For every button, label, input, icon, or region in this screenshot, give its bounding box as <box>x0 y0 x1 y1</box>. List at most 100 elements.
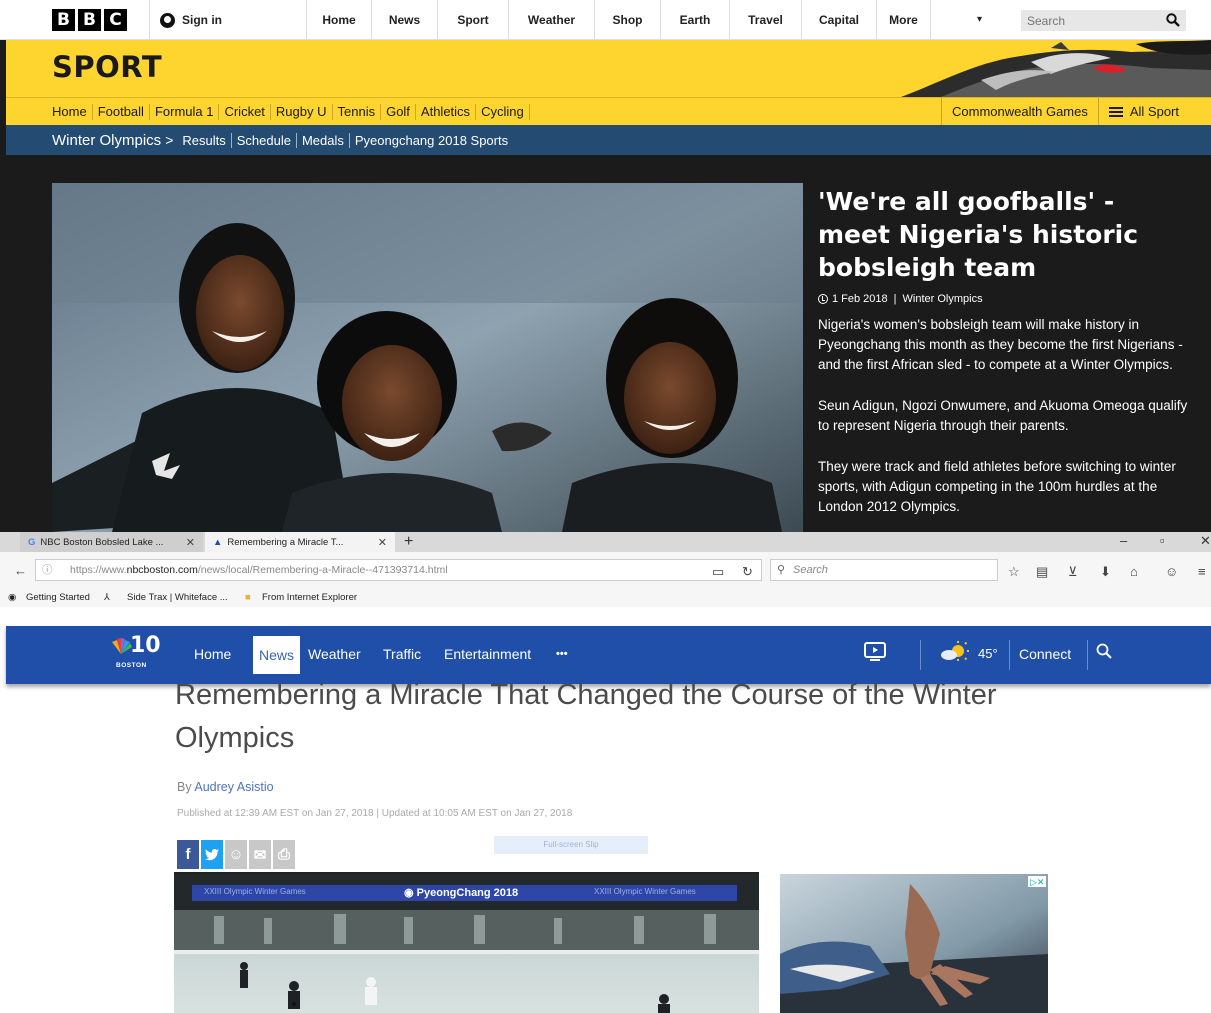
sport-nav-football[interactable]: Football <box>93 103 150 120</box>
adchoices-icon[interactable]: ▷✕ <box>1030 877 1044 887</box>
winter-olympics-bar: Winter Olympics > Results Schedule Medal… <box>6 125 1211 155</box>
bookmark-star-icon[interactable]: ☆ <box>1008 564 1020 580</box>
nbc-nav-news[interactable]: News <box>253 636 301 674</box>
search-icon[interactable] <box>1096 643 1112 659</box>
video-banner-center-text: PyeongChang 2018 <box>416 887 519 899</box>
pyeongchang-sports-link[interactable]: Pyeongchang 2018 Sports <box>350 133 513 148</box>
sport-sub-nav: Home Football Formula 1 Cricket Rugby U … <box>6 97 1211 125</box>
bookmark-from-ie[interactable]: From Internet Explorer <box>262 592 357 603</box>
sport-nav-athletics[interactable]: Athletics <box>416 103 477 120</box>
sport-nav-golf[interactable]: Golf <box>381 103 416 120</box>
all-sport-label: All Sport <box>1129 104 1179 119</box>
close-tab-icon[interactable]: ✕ <box>378 536 387 549</box>
video-banner-left: XXIII Olympic Winter Games <box>204 887 306 896</box>
email-share-icon[interactable]: ✉ <box>249 840 271 869</box>
tab-nbc-bobsled[interactable]: G NBC Boston Bobsled Lake ... ✕ <box>20 532 203 552</box>
nbc-nav-entertainment[interactable]: Entertainment <box>444 646 531 662</box>
peacock-icon <box>112 638 132 654</box>
nbc-logo-city: BOSTON <box>116 662 147 669</box>
menu-icon[interactable]: ≡ <box>1198 564 1206 579</box>
bbc-logo[interactable]: B B C <box>52 9 127 31</box>
nav-more[interactable]: More <box>876 0 931 40</box>
search-icon[interactable] <box>1166 13 1180 27</box>
more-menu-icon[interactable]: ••• <box>556 648 568 660</box>
fullscreen-slip[interactable]: Full-screen Slip <box>494 836 648 854</box>
address-bar[interactable]: ⓘ https://www.nbcboston.com/news/local/R… <box>35 559 762 581</box>
nbc-nav-traffic[interactable]: Traffic <box>383 646 421 662</box>
nav-home[interactable]: Home <box>306 0 371 40</box>
sport-nav-formula1[interactable]: Formula 1 <box>150 103 220 120</box>
author-link[interactable]: Audrey Asistio <box>194 780 273 794</box>
restore-icon[interactable]: ▫ <box>1160 533 1165 548</box>
reload-icon[interactable]: ↻ <box>742 564 753 580</box>
comment-icon[interactable]: ☺ <box>225 840 247 869</box>
url-prefix: https://www. <box>70 564 127 576</box>
sport-title[interactable]: SPORT <box>52 50 162 84</box>
temperature[interactable]: 45° <box>978 646 998 661</box>
nbc-nav-home[interactable]: Home <box>194 646 231 662</box>
sport-nav-cycling[interactable]: Cycling <box>476 103 530 120</box>
nav-travel[interactable]: Travel <box>729 0 801 40</box>
close-window-icon[interactable]: ✕ <box>1200 533 1211 549</box>
signin-label: Sign in <box>182 13 222 27</box>
medals-link[interactable]: Medals <box>297 132 350 148</box>
bbc-search <box>1021 10 1186 31</box>
back-icon[interactable]: ← <box>14 563 27 578</box>
article-paragraph: They were track and field athletes befor… <box>818 459 1176 514</box>
bookmark-getting-started[interactable]: Getting Started <box>26 592 90 603</box>
bbc-logo-letter: B <box>78 9 101 31</box>
bobsleigh-team-photo[interactable] <box>52 183 803 532</box>
nav-shop[interactable]: Shop <box>594 0 660 40</box>
video-player[interactable]: XXIII Olympic Winter Games ◉ PyeongChang… <box>174 872 759 1013</box>
nav-news[interactable]: News <box>371 0 437 40</box>
url-domain: nbcboston.com <box>126 564 198 576</box>
extension-icon[interactable]: ☺ <box>1165 564 1178 579</box>
search-placeholder: Search <box>793 564 828 576</box>
download-icon[interactable]: ⬇ <box>1100 564 1111 580</box>
tv-play-icon[interactable] <box>864 642 886 662</box>
sport-banner: SPORT <box>6 40 1211 97</box>
site-info-icon[interactable]: ⓘ <box>42 560 53 580</box>
nbc-logo-number: 10 <box>130 633 161 658</box>
sport-nav-cricket[interactable]: Cricket <box>219 103 271 120</box>
partly-sunny-icon <box>941 641 969 661</box>
nav-capital[interactable]: Capital <box>801 0 876 40</box>
tab-remembering-miracle[interactable]: ▲ Remembering a Miracle T... ✕ <box>205 532 395 552</box>
pocket-icon[interactable]: ⊻ <box>1068 564 1078 580</box>
twitter-share-icon[interactable] <box>201 840 223 869</box>
connect-link[interactable]: Connect <box>1019 646 1071 662</box>
library-icon[interactable]: ▤ <box>1036 564 1048 580</box>
schedule-link[interactable]: Schedule <box>232 132 297 148</box>
bookmark-side-trax[interactable]: Side Trax | Whiteface ... <box>127 592 228 603</box>
minimize-icon[interactable]: – <box>1120 533 1127 548</box>
browser-search-box[interactable]: ⚲ Search <box>770 559 998 581</box>
nav-sport[interactable]: Sport <box>437 0 508 40</box>
publish-date: Published at 12:39 AM EST on Jan 27, 201… <box>177 808 573 819</box>
article-headline[interactable]: 'We're all goofballs' - meet Nigeria's h… <box>818 185 1193 284</box>
sport-nav-rugby-union[interactable]: Rugby U <box>271 103 333 120</box>
article-tag[interactable]: Winter Olympics <box>903 293 983 305</box>
bbc-search-input[interactable] <box>1021 10 1151 31</box>
signin-link[interactable]: Sign in <box>149 0 222 40</box>
commonwealth-games-link[interactable]: Commonwealth Games <box>941 98 1098 125</box>
article-paragraph: Seun Adigun, Ngozi Onwumere, and Akuoma … <box>818 398 1188 433</box>
more-dropdown-icon[interactable]: ▾ <box>977 14 982 25</box>
reader-view-icon[interactable]: ▭ <box>712 564 724 580</box>
results-link[interactable]: Results <box>177 132 232 148</box>
all-sport-button[interactable]: All Sport <box>1097 98 1211 125</box>
sport-nav-home[interactable]: Home <box>6 103 93 120</box>
sport-nav-tennis[interactable]: Tennis <box>333 103 382 120</box>
new-tab-icon[interactable]: + <box>404 533 413 551</box>
url-path: /news/local/Remembering-a-Miracle--47139… <box>197 564 448 576</box>
winter-olympics-link[interactable]: Winter Olympics <box>6 132 161 149</box>
close-tab-icon[interactable]: ✕ <box>186 536 195 549</box>
home-icon[interactable]: ⌂ <box>1130 564 1138 579</box>
nav-divider <box>1087 640 1088 670</box>
nav-weather[interactable]: Weather <box>508 0 594 40</box>
advertisement[interactable]: ▷✕ <box>780 874 1048 1013</box>
print-icon[interactable]: ⎙ <box>273 840 295 869</box>
nbc-nav-weather[interactable]: Weather <box>308 646 361 662</box>
nav-earth[interactable]: Earth <box>660 0 729 40</box>
facebook-share-icon[interactable]: f <box>177 840 199 869</box>
by-label: By <box>177 780 192 794</box>
